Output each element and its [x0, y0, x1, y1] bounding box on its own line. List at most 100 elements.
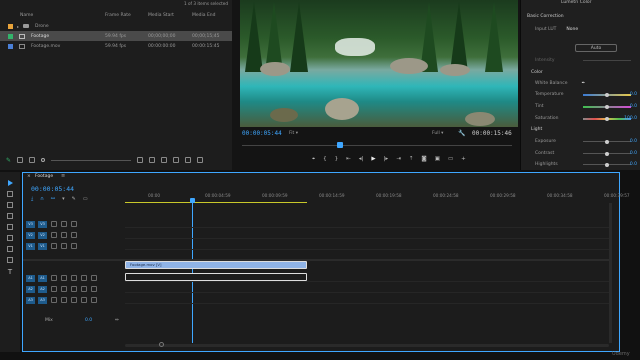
timeline-timecode[interactable]: 00:00:05:44: [31, 185, 74, 193]
lock-icon[interactable]: [51, 232, 57, 238]
eye-icon[interactable]: [71, 232, 77, 238]
new-bin-icon[interactable]: [173, 157, 180, 163]
track-target-toggle[interactable]: V2: [38, 231, 47, 239]
step-forward-icon[interactable]: |▸: [384, 156, 389, 163]
track-lane[interactable]: [125, 295, 609, 304]
contrast-value[interactable]: 0.0: [630, 151, 637, 156]
selection-tool-icon[interactable]: [7, 180, 13, 186]
snap-icon[interactable]: ∩: [40, 196, 44, 202]
track-target-toggle[interactable]: V3: [38, 220, 47, 228]
linked-selection-icon[interactable]: ⚯: [51, 196, 55, 202]
track-target-toggle[interactable]: A3: [38, 296, 47, 304]
eye-icon[interactable]: [71, 243, 77, 249]
eye-icon[interactable]: [71, 221, 77, 227]
highlights-value[interactable]: 0.0: [630, 162, 637, 167]
sync-lock-icon[interactable]: [61, 297, 67, 303]
lock-icon[interactable]: [51, 221, 57, 227]
tint-slider[interactable]: [583, 104, 631, 109]
source-patch-toggle[interactable]: V1: [26, 242, 35, 250]
pencil-icon[interactable]: ✎: [6, 157, 11, 164]
mute-icon[interactable]: [71, 286, 77, 292]
vertical-scrollbar[interactable]: [609, 203, 612, 343]
mute-icon[interactable]: [71, 297, 77, 303]
col-media-start[interactable]: Media Start: [148, 13, 174, 18]
zoom-slider[interactable]: [51, 159, 132, 161]
close-tab-icon[interactable]: ×: [27, 174, 31, 179]
project-item[interactable]: ▸ Drone: [0, 21, 232, 31]
solo-icon[interactable]: [81, 286, 87, 292]
track-lane[interactable]: [125, 284, 609, 293]
out-point-icon[interactable]: }: [335, 156, 339, 163]
zoom-dropdown[interactable]: Fit ▾: [289, 131, 298, 136]
track-lane[interactable]: [125, 273, 609, 282]
go-to-in-icon[interactable]: ⇤: [346, 156, 351, 163]
sequence-tab[interactable]: Footage: [35, 174, 53, 179]
solo-icon[interactable]: [81, 275, 87, 281]
color-section-header[interactable]: Color: [531, 70, 543, 75]
tint-knob[interactable]: [605, 104, 610, 109]
type-tool-icon[interactable]: T: [7, 268, 13, 276]
list-view-icon[interactable]: [17, 157, 24, 163]
track-target-toggle[interactable]: V1: [38, 242, 47, 250]
rectangle-tool-icon[interactable]: [7, 246, 13, 252]
temperature-knob[interactable]: [605, 92, 610, 97]
input-lut-value[interactable]: None: [566, 27, 578, 32]
contrast-knob[interactable]: [605, 151, 610, 156]
lock-icon[interactable]: [51, 275, 57, 281]
hand-tool-icon[interactable]: [7, 257, 13, 263]
work-area-bar[interactable]: [125, 202, 307, 203]
zoom-slider-knob-icon[interactable]: [41, 158, 46, 162]
saturation-value[interactable]: 100.0: [624, 116, 637, 121]
mic-icon[interactable]: [91, 297, 97, 303]
mic-icon[interactable]: [91, 275, 97, 281]
expand-arrow-icon[interactable]: ▸: [17, 24, 19, 29]
exposure-knob[interactable]: [605, 139, 610, 144]
source-patch-toggle[interactable]: A3: [26, 296, 35, 304]
col-frame-rate[interactable]: Frame Rate: [105, 13, 131, 18]
mix-value[interactable]: 0.0: [85, 318, 92, 323]
vr-icon[interactable]: ▭: [448, 156, 453, 163]
automate-icon[interactable]: [149, 157, 156, 163]
insert-sequence-icon[interactable]: ⤓: [31, 196, 33, 202]
play-icon[interactable]: ▶: [371, 156, 375, 163]
icon-view-icon[interactable]: [29, 157, 36, 163]
new-item-icon[interactable]: [185, 157, 192, 163]
track-target-toggle[interactable]: A2: [38, 285, 47, 293]
horizontal-scrollbar[interactable]: [125, 344, 609, 347]
tint-value[interactable]: 0.0: [630, 104, 637, 109]
sync-lock-icon[interactable]: [61, 221, 67, 227]
contrast-slider[interactable]: [583, 151, 631, 156]
light-section-header[interactable]: Light: [531, 127, 542, 132]
monitor-playhead[interactable]: [337, 142, 343, 148]
basic-correction-header[interactable]: Basic Correction: [527, 14, 564, 19]
sort-icon[interactable]: [137, 157, 144, 163]
pen-tool-icon[interactable]: [7, 235, 13, 241]
in-point-icon[interactable]: {: [323, 156, 327, 163]
sync-lock-icon[interactable]: [61, 275, 67, 281]
eyedropper-icon[interactable]: ✒: [581, 81, 585, 86]
lock-icon[interactable]: [51, 286, 57, 292]
track-lane[interactable]: [125, 219, 609, 228]
find-icon[interactable]: [161, 157, 168, 163]
razor-tool-icon[interactable]: [7, 213, 13, 219]
monitor-scrubber[interactable]: [242, 145, 512, 146]
time-ruler[interactable]: [125, 193, 609, 207]
add-button-icon[interactable]: +: [461, 156, 466, 163]
lock-icon[interactable]: [51, 243, 57, 249]
exposure-value[interactable]: 0.0: [630, 139, 637, 144]
intensity-slider[interactable]: [583, 60, 631, 61]
temperature-value[interactable]: 0.0: [630, 92, 637, 97]
source-patch-toggle[interactable]: A1: [26, 274, 35, 282]
wrench-icon[interactable]: 🔧: [458, 130, 465, 137]
highlights-knob[interactable]: [605, 162, 610, 167]
track-select-tool-icon[interactable]: [7, 191, 13, 197]
zoom-left-handle[interactable]: [159, 342, 164, 347]
source-patch-toggle[interactable]: V3: [26, 220, 35, 228]
ripple-edit-tool-icon[interactable]: [7, 202, 13, 208]
project-item[interactable]: Footage 59.94 fps 00;00;00;00 00;00;15;4…: [0, 31, 232, 41]
track-lane[interactable]: [125, 241, 609, 250]
temperature-slider[interactable]: [583, 92, 631, 97]
trash-icon[interactable]: [197, 157, 204, 163]
step-back-icon[interactable]: ◂|: [359, 156, 364, 163]
sync-lock-icon[interactable]: [61, 286, 67, 292]
